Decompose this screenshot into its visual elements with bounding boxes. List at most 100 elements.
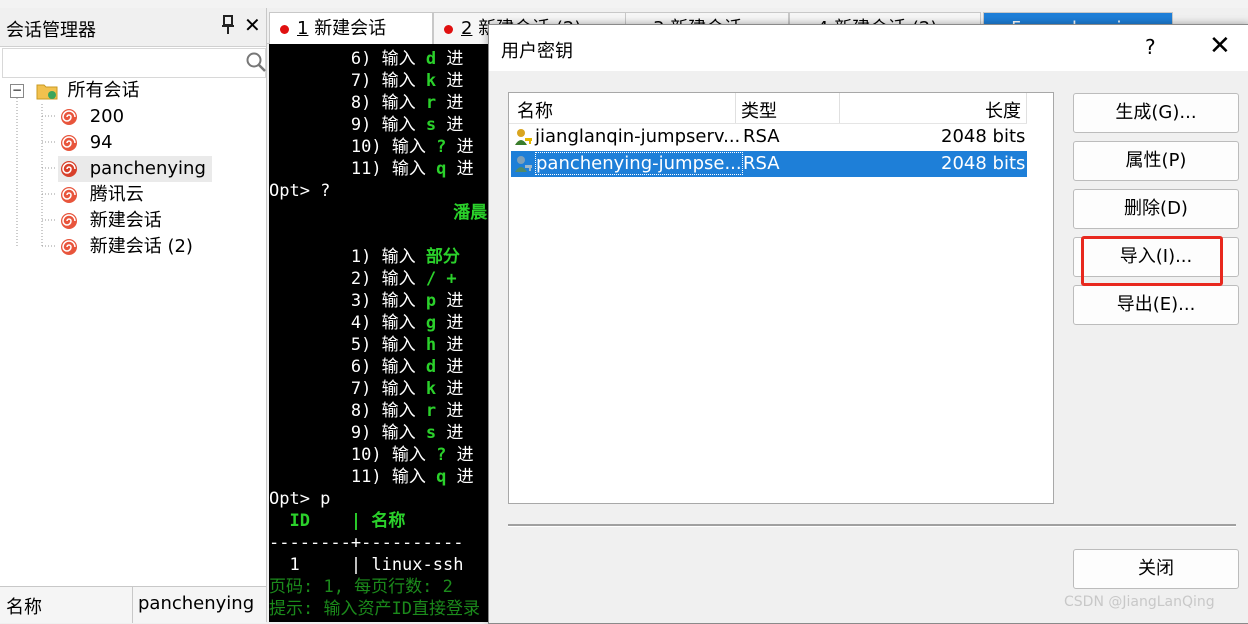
tab-number: 2 <box>461 18 473 39</box>
terminal-footer: 页码: 1, 每页行数: 2 <box>269 577 453 597</box>
terminal-command: 部分 <box>425 247 460 267</box>
terminal-text: 进 <box>436 49 464 69</box>
user-keys-dialog: 用户密钥 ? ✕ 名称 类型 长度 jianglanqin-jumpserv..… <box>488 24 1248 624</box>
tree-item-session-selected[interactable]: panchenying <box>58 156 212 182</box>
tree-item-session[interactable]: 200 <box>58 104 124 130</box>
session-shell-icon <box>58 107 80 127</box>
terminal-text: 进 <box>436 335 464 355</box>
tree-item-label: 94 <box>89 132 113 153</box>
close-icon[interactable]: ✕ <box>244 13 261 37</box>
session-search-input[interactable] <box>2 48 266 78</box>
generate-button[interactable]: 生成(G)... <box>1073 93 1239 133</box>
column-header-name[interactable]: 名称 <box>517 97 553 123</box>
terminal-menu-line: 6) 输入 d 进 <box>269 356 463 378</box>
column-header-type[interactable]: 类型 <box>741 97 777 123</box>
tree-root[interactable]: − 所有会话 <box>10 78 139 104</box>
terminal-text: 8) <box>350 93 372 113</box>
key-list[interactable]: 名称 类型 长度 jianglanqin-jumpserv... RSA 204… <box>508 92 1054 504</box>
key-row-selected[interactable]: panchenying-jumpse... RSA 2048 bits <box>511 151 1027 177</box>
terminal-line: 潘晨 <box>269 202 487 224</box>
terminal-command: p <box>425 291 437 311</box>
terminal-text: 6) <box>350 49 372 69</box>
export-button[interactable]: 导出(E)... <box>1073 285 1239 325</box>
terminal-command: ? <box>436 445 447 465</box>
terminal-menu-line: 8) 输入 r 进 <box>269 92 463 114</box>
terminal-text: 7) <box>350 71 372 91</box>
key-row[interactable]: jianglanqin-jumpserv... RSA 2048 bits <box>511 124 1027 150</box>
tab-session-1[interactable]: 1 新建会话 <box>269 12 433 44</box>
terminal-menu-line: 8) 输入 r 进 <box>269 400 463 422</box>
pin-icon[interactable] <box>220 14 238 38</box>
column-header-length[interactable]: 长度 <box>985 97 1021 123</box>
session-shell-icon <box>58 185 80 205</box>
tree-item-session[interactable]: 新建会话 (2) <box>58 234 193 260</box>
user-key-icon <box>513 154 533 174</box>
tree-item-session[interactable]: 新建会话 <box>58 208 162 234</box>
terminal-menu-line: 11) 输入 q 进 <box>269 158 474 180</box>
tree-root-label: 所有会话 <box>67 80 140 101</box>
close-icon[interactable]: ✕ <box>1209 31 1231 61</box>
terminal-menu-line: 9) 输入 s 进 <box>269 114 463 136</box>
terminal-command: d <box>425 49 437 69</box>
terminal-command: k <box>425 379 437 399</box>
key-name: jianglanqin-jumpserv... <box>535 126 741 147</box>
terminal-command: r <box>425 401 437 421</box>
search-icon[interactable] <box>245 51 267 73</box>
key-type: RSA <box>743 126 780 147</box>
terminal-menu-line: 5) 输入 h 进 <box>269 334 463 356</box>
properties-button[interactable]: 属性(P) <box>1073 141 1239 181</box>
terminal-text: 9) <box>350 115 372 135</box>
terminal-command: h <box>425 335 437 355</box>
tree-item-session[interactable]: 94 <box>58 130 113 156</box>
tree-item-label: 新建会话 <box>89 210 162 231</box>
terminal-text: 11) <box>350 159 382 179</box>
terminal-keyword: 输入 <box>381 313 416 333</box>
tree-item-session[interactable]: 腾讯云 <box>58 182 144 208</box>
key-type: RSA <box>743 153 780 174</box>
delete-button[interactable]: 删除(D) <box>1073 189 1239 229</box>
terminal-menu-line: 2) 输入 / + <box>269 268 457 290</box>
collapse-icon[interactable]: − <box>10 84 24 98</box>
terminal-keyword: 输入 <box>381 379 416 399</box>
terminal-line: ID | 名称 <box>269 510 405 532</box>
terminal-menu-line: 3) 输入 p 进 <box>269 290 463 312</box>
session-shell-icon <box>58 211 80 231</box>
terminal-keyword: 输入 <box>381 269 416 289</box>
properties-footer: 名称 panchenying <box>0 586 266 623</box>
terminal-keyword: 输入 <box>381 291 416 311</box>
status-dot-icon <box>444 24 453 34</box>
terminal-menu-line: 4) 输入 g 进 <box>269 312 463 334</box>
terminal-keyword: 输入 <box>391 467 426 487</box>
terminal-command: q <box>436 467 447 487</box>
key-length: 2048 bits <box>941 153 1026 174</box>
help-icon[interactable]: ? <box>1145 35 1156 59</box>
terminal-keyword: 输入 <box>391 159 426 179</box>
terminal-text: 进 <box>446 467 474 487</box>
tree-item-label: 腾讯云 <box>89 184 144 205</box>
close-button[interactable]: 关闭 <box>1073 549 1239 589</box>
terminal-line: --------+---------- <box>269 532 463 554</box>
terminal-table-row: 1 | linux-ssh <box>269 555 464 575</box>
session-manager-panel: 会话管理器 ✕ − 所有会话 200 94 panchenying 腾讯云 新建… <box>0 8 267 623</box>
session-shell-icon <box>58 133 80 153</box>
